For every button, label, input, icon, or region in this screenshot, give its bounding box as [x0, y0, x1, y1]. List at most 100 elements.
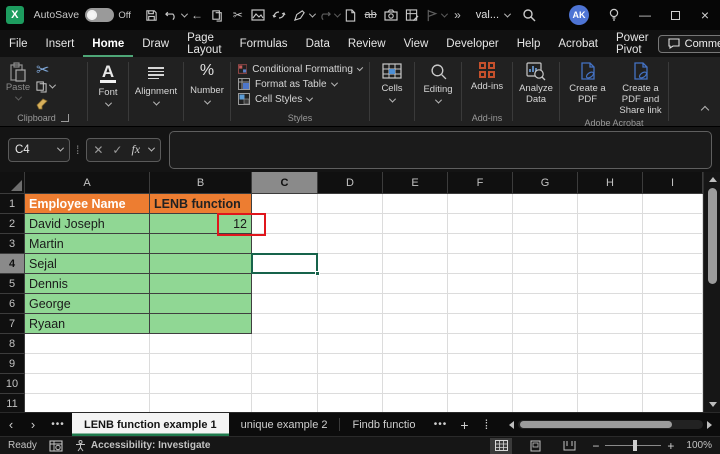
scroll-left-icon[interactable] [509, 421, 514, 429]
camera-icon[interactable] [381, 4, 401, 26]
column-header-G[interactable]: G [513, 172, 578, 194]
cell-E9[interactable] [383, 354, 448, 374]
column-header-F[interactable]: F [448, 172, 513, 194]
cell-G2[interactable] [513, 214, 578, 234]
cell-I4[interactable] [643, 254, 703, 274]
cell-C10[interactable] [252, 374, 318, 394]
sheet-tab-3[interactable]: Findb functio [340, 413, 427, 436]
cell-A10[interactable] [25, 374, 150, 394]
editing-group-button[interactable]: Editing [416, 57, 460, 126]
cell-B3[interactable] [150, 234, 252, 254]
ribbon-tab-help[interactable]: Help [508, 30, 550, 57]
macro-record-icon[interactable] [49, 440, 63, 452]
column-header-D[interactable]: D [318, 172, 383, 194]
cell-B4[interactable] [150, 254, 252, 274]
cell-I2[interactable] [643, 214, 703, 234]
clipboard-dialog-launcher-icon[interactable] [61, 114, 69, 122]
zoom-in-icon[interactable]: + [667, 439, 674, 453]
row-header-1[interactable]: 1 [0, 194, 25, 214]
cell-A11[interactable] [25, 394, 150, 412]
cancel-entry-icon[interactable]: ✕ [93, 143, 103, 157]
table-edit-icon[interactable] [401, 4, 421, 26]
ribbon-tab-review[interactable]: Review [339, 30, 395, 57]
cell-I9[interactable] [643, 354, 703, 374]
zoom-slider[interactable] [605, 445, 661, 447]
row-header-9[interactable]: 9 [0, 354, 25, 374]
cell-F7[interactable] [448, 314, 513, 334]
insert-function-icon[interactable]: fx [131, 142, 140, 157]
minimize-button[interactable]: — [630, 0, 660, 30]
cell-A7[interactable]: Ryaan [25, 314, 150, 334]
back-arrow-icon[interactable]: ← [187, 4, 207, 26]
ribbon-tab-view[interactable]: View [395, 30, 438, 57]
name-box[interactable]: C4 [8, 138, 70, 162]
create-pdf-button[interactable]: Create a PDF [561, 57, 614, 117]
cell-D2[interactable] [318, 214, 383, 234]
cell-I7[interactable] [643, 314, 703, 334]
cell-D7[interactable] [318, 314, 383, 334]
comments-button[interactable]: Comments [658, 35, 720, 53]
cell-E1[interactable] [383, 194, 448, 214]
normal-view-icon[interactable] [490, 438, 512, 454]
prev-sheet-icon[interactable]: ‹ [0, 413, 22, 436]
formula-input[interactable] [169, 131, 712, 169]
cell-C2[interactable] [252, 214, 318, 234]
cell-G11[interactable] [513, 394, 578, 412]
cell-H2[interactable] [578, 214, 643, 234]
cell-B10[interactable] [150, 374, 252, 394]
ribbon-tab-file[interactable]: File [0, 30, 37, 57]
cell-F1[interactable] [448, 194, 513, 214]
ribbon-tab-power-pivot[interactable]: Power Pivot [607, 30, 658, 57]
cell-E7[interactable] [383, 314, 448, 334]
ribbon-tab-page-layout[interactable]: Page Layout [178, 30, 231, 57]
cell-G7[interactable] [513, 314, 578, 334]
cell-A2[interactable]: David Joseph [25, 214, 150, 234]
cell-I6[interactable] [643, 294, 703, 314]
cell-A3[interactable]: Martin [25, 234, 150, 254]
font-group-button[interactable]: A Font [89, 57, 127, 126]
column-header-A[interactable]: A [25, 172, 150, 194]
conditional-formatting-button[interactable]: Conditional Formatting [238, 63, 362, 75]
row-header-4[interactable]: 4 [0, 254, 25, 274]
horizontal-scroll-thumb[interactable] [520, 421, 671, 428]
ribbon-tab-developer[interactable]: Developer [437, 30, 507, 57]
cell-E8[interactable] [383, 334, 448, 354]
cell-B11[interactable] [150, 394, 252, 412]
cell-F5[interactable] [448, 274, 513, 294]
cell-E6[interactable] [383, 294, 448, 314]
cell-C8[interactable] [252, 334, 318, 354]
confirm-entry-icon[interactable]: ✓ [112, 143, 122, 157]
autosave-toggle[interactable] [85, 8, 114, 22]
cell-styles-button[interactable]: Cell Styles [238, 93, 362, 105]
cut-icon[interactable]: ✂ [228, 4, 248, 26]
cell-H4[interactable] [578, 254, 643, 274]
cell-C5[interactable] [252, 274, 318, 294]
cell-F3[interactable] [448, 234, 513, 254]
cell-I8[interactable] [643, 334, 703, 354]
cell-F11[interactable] [448, 394, 513, 412]
new-file-icon[interactable] [340, 4, 360, 26]
copy-button[interactable] [36, 80, 55, 93]
cell-B5[interactable] [150, 274, 252, 294]
vertical-scroll-thumb[interactable] [708, 188, 717, 284]
row-header-10[interactable]: 10 [0, 374, 25, 394]
cell-F9[interactable] [448, 354, 513, 374]
row-header-8[interactable]: 8 [0, 334, 25, 354]
maximize-button[interactable] [660, 0, 690, 30]
cell-G6[interactable] [513, 294, 578, 314]
cell-G8[interactable] [513, 334, 578, 354]
ribbon-tab-draw[interactable]: Draw [133, 30, 178, 57]
scroll-right-icon[interactable] [707, 421, 712, 429]
cell-C6[interactable] [252, 294, 318, 314]
cell-D8[interactable] [318, 334, 383, 354]
horizontal-scrollbar[interactable] [505, 413, 716, 436]
page-break-view-icon[interactable] [558, 438, 580, 454]
copy-icon[interactable] [207, 4, 227, 26]
cell-C7[interactable] [252, 314, 318, 334]
format-as-table-button[interactable]: Format as Table [238, 78, 362, 90]
cell-B6[interactable] [150, 294, 252, 314]
ink-pen-icon[interactable] [289, 4, 309, 26]
cell-H1[interactable] [578, 194, 643, 214]
cell-H3[interactable] [578, 234, 643, 254]
cell-H10[interactable] [578, 374, 643, 394]
